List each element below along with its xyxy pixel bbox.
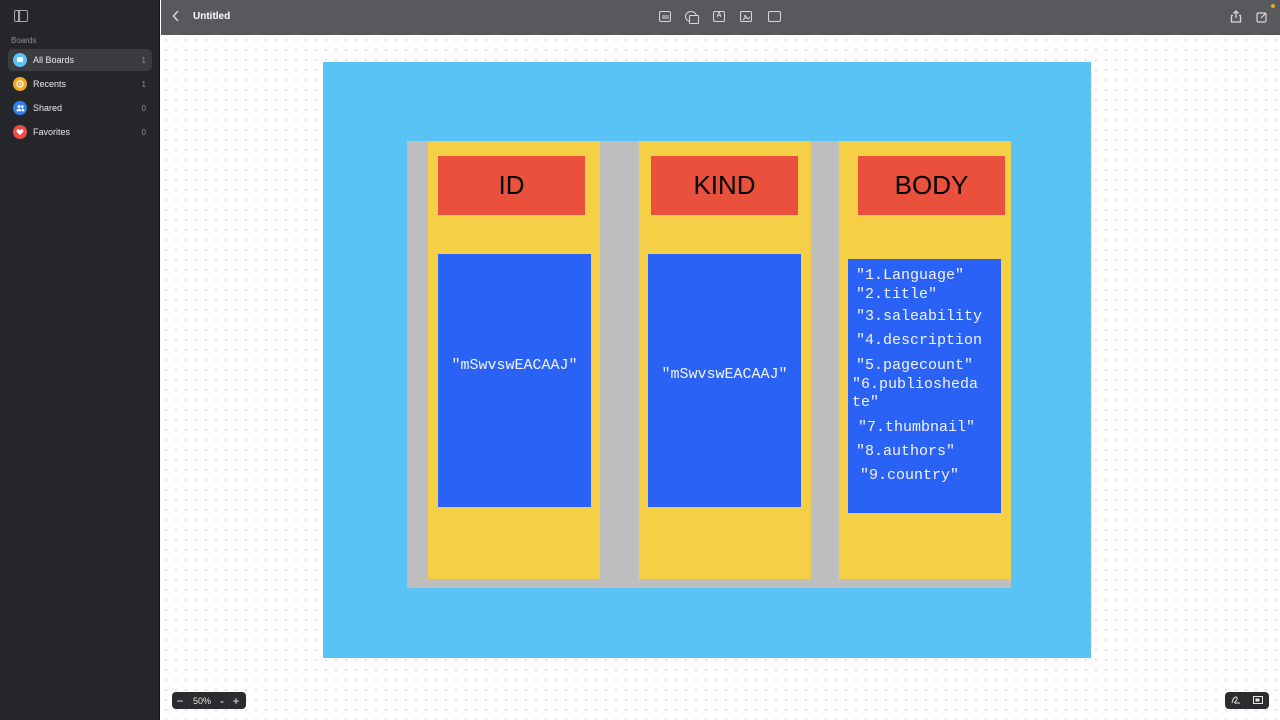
zoom-level[interactable]: 50%	[188, 696, 216, 706]
freeform-app-window: Boards All Boards 1 Recents 1 Shared 0 F…	[0, 0, 1280, 720]
sidebar-item-label: All Boards	[33, 55, 75, 65]
pen-tool-icon[interactable]	[1231, 695, 1241, 706]
sidebar-section-label: Boards	[11, 36, 37, 45]
document-title: Untitled	[193, 11, 231, 22]
sidebar-item-count: 1	[141, 79, 146, 89]
sidebar-item-label: Shared	[33, 103, 63, 113]
column-header-kind[interactable]: KIND	[651, 156, 798, 215]
sidebar-item-recents[interactable]: Recents 1	[8, 73, 152, 95]
column-value-body[interactable]: "1.Language" "2.title" "3.saleability "4…	[848, 259, 1001, 513]
back-chevron-icon[interactable]	[172, 9, 180, 25]
sidebar-item-label: Favorites	[33, 127, 71, 137]
body-line: "4.description	[856, 332, 983, 349]
body-line: "3.saleability	[856, 308, 983, 325]
media-icon[interactable]	[740, 11, 752, 22]
sidebar-item-count: 0	[141, 127, 146, 137]
sidebar-item-shared[interactable]: Shared 0	[8, 97, 152, 119]
body-line: "2.title"	[856, 286, 938, 303]
column-value-kind[interactable]: "mSwvswEACAAJ"	[648, 254, 801, 507]
sidebar-item-count: 0	[141, 103, 146, 113]
body-line: "7.thumbnail"	[858, 419, 976, 436]
shapes-icon[interactable]	[685, 11, 699, 24]
heart-icon	[13, 125, 27, 139]
sidebar: Boards All Boards 1 Recents 1 Shared 0 F…	[0, 0, 160, 720]
people-icon	[13, 101, 27, 115]
notification-dot	[1271, 4, 1275, 8]
zoom-control: − 50% ⌄ +	[172, 692, 246, 709]
body-line: "8.authors"	[856, 443, 956, 460]
all-boards-icon	[13, 53, 27, 67]
column-header-id[interactable]: ID	[438, 156, 585, 215]
column-value-id[interactable]: "mSwvswEACAAJ"	[438, 254, 591, 507]
sidebar-item-label: Recents	[33, 79, 67, 89]
folder-icon[interactable]	[768, 11, 781, 22]
sidebar-item-favorites[interactable]: Favorites 0	[8, 121, 152, 143]
canvas-controls	[1225, 692, 1269, 709]
sidebar-toggle-icon[interactable]	[14, 10, 28, 22]
column-header-body[interactable]: BODY	[858, 156, 1005, 215]
body-line: te"	[852, 394, 880, 411]
body-line: "6.publiosheda	[852, 376, 979, 393]
clock-icon	[13, 77, 27, 91]
body-line: "5.pagecount"	[856, 357, 974, 374]
zoom-in-button[interactable]: +	[228, 695, 244, 707]
zoom-out-button[interactable]: −	[172, 695, 188, 707]
share-icon[interactable]	[1230, 10, 1242, 23]
minimap-icon[interactable]	[1253, 695, 1263, 706]
sidebar-item-all-boards[interactable]: All Boards 1	[8, 49, 152, 71]
text-icon[interactable]: A	[713, 11, 725, 22]
sidebar-item-count: 1	[141, 55, 146, 65]
body-line: "9.country"	[860, 467, 960, 484]
compose-icon[interactable]	[1256, 10, 1268, 23]
body-line: "1.Language"	[856, 267, 965, 284]
chevron-down-icon[interactable]: ⌄	[216, 696, 228, 705]
text-box-icon[interactable]	[659, 11, 671, 22]
